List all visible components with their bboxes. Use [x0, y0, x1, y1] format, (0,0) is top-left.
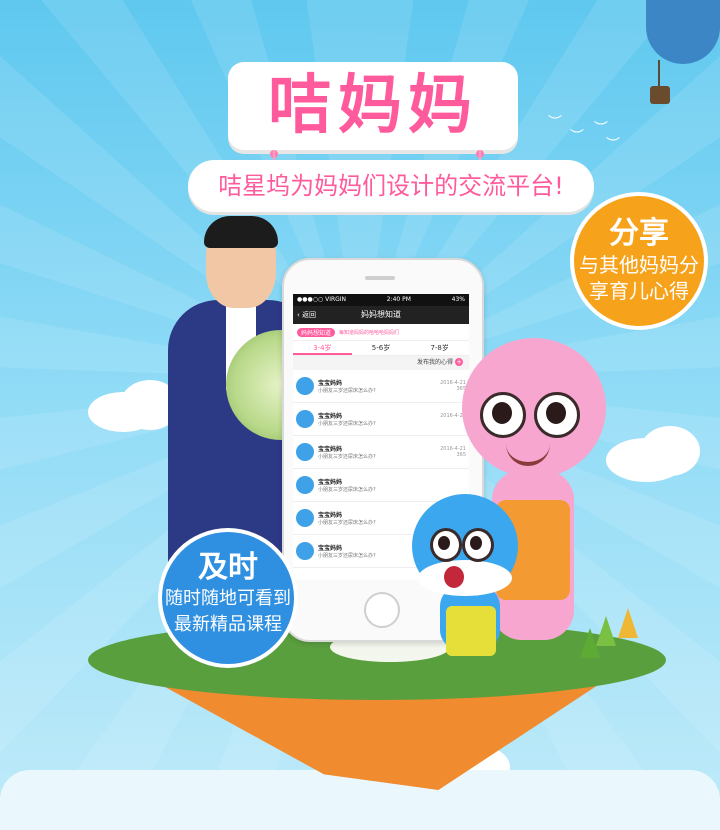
- age-tabs: 3-4岁 5-6岁 7-8岁: [293, 341, 469, 356]
- item-name: 宝宝妈妈: [318, 446, 343, 453]
- item-question: 小朋友三岁还尿床怎么办?: [318, 388, 376, 394]
- home-button[interactable]: [364, 592, 400, 628]
- list-item[interactable]: 宝宝妈妈 小朋友三岁还尿床怎么办? 2016-4-21 365: [293, 370, 469, 403]
- balloon-rope: [658, 60, 660, 88]
- pupil: [546, 402, 566, 424]
- topic-desc: 每知道妈妈的哈哈哈妈妈们: [339, 329, 400, 336]
- item-question: 小朋友三岁还尿床怎么办?: [318, 487, 376, 493]
- back-label: 返回: [302, 311, 317, 319]
- man-hair: [204, 216, 278, 248]
- timely-line2: 最新精品课程: [174, 614, 282, 635]
- topic-banner[interactable]: 妈妈想知道 每知道妈妈的哈哈哈妈妈们: [293, 324, 469, 341]
- subtitle: 咭星坞为妈妈们设计的交流平台!: [218, 172, 564, 200]
- share-line2: 享育儿心得: [589, 279, 689, 303]
- nav-title: 妈妈想知道: [361, 310, 401, 319]
- avatar: [296, 443, 314, 461]
- list-item[interactable]: 宝宝妈妈 小朋友三岁还尿床怎么办? 2016-4-21 7: [293, 403, 469, 436]
- item-name: 宝宝妈妈: [318, 413, 343, 420]
- timely-line1: 随时随地可看到: [165, 588, 291, 609]
- balloon-basket: [650, 86, 670, 104]
- back-button[interactable]: ‹ 返回: [297, 306, 316, 324]
- carrier-text: ●●●○○ VIRGIN: [297, 296, 347, 303]
- item-name: 宝宝妈妈: [318, 479, 343, 486]
- tab-3-4[interactable]: 3-4岁: [293, 341, 352, 355]
- avatar: [296, 410, 314, 428]
- post-button[interactable]: 发布我的心得 +: [293, 356, 469, 370]
- list-item[interactable]: 宝宝妈妈 小朋友三岁还尿床怎么办? 2016-4-21 365: [293, 436, 469, 469]
- battery-text: 43%: [451, 296, 465, 303]
- status-bar: ●●●○○ VIRGIN 2:40 PM 43%: [293, 294, 469, 306]
- pupil: [438, 536, 450, 550]
- item-name: 宝宝妈妈: [318, 380, 343, 387]
- tree: [618, 608, 638, 638]
- item-likes: 365: [456, 452, 466, 458]
- share-heading: 分享: [609, 216, 669, 251]
- pupil: [470, 536, 482, 550]
- plus-icon: +: [455, 358, 463, 366]
- blue-cat-mouth: [444, 566, 464, 588]
- share-badge: 分享 与其他妈妈分 享育儿心得: [574, 196, 704, 326]
- blue-cat-overalls: [446, 606, 496, 656]
- bird-icon: ︶: [606, 137, 620, 153]
- pupil: [492, 402, 512, 424]
- item-likes: 365: [456, 386, 466, 392]
- cloud: [640, 426, 700, 476]
- tree: [580, 628, 600, 658]
- avatar: [296, 509, 314, 527]
- blue-cat-mustache: [418, 560, 512, 596]
- bird-icon: ︶: [548, 115, 562, 131]
- avatar: [296, 476, 314, 494]
- bird-icon: ︶: [570, 129, 584, 145]
- item-question: 小朋友三岁还尿床怎么办?: [318, 454, 376, 460]
- item-question: 小朋友三岁还尿床怎么办?: [318, 421, 376, 427]
- topic-pill: 妈妈想知道: [297, 327, 336, 337]
- post-label: 发布我的心得: [416, 359, 453, 366]
- timely-heading: 及时: [198, 550, 258, 585]
- clock-text: 2:40 PM: [386, 296, 411, 303]
- tab-7-8[interactable]: 7-8岁: [410, 341, 469, 355]
- timely-badge: 及时 随时随地可看到 最新精品课程: [162, 532, 294, 664]
- phone-speaker: [365, 276, 395, 280]
- list-item[interactable]: 宝宝妈妈 小朋友三岁还尿床怎么办?: [293, 469, 469, 502]
- tab-5-6[interactable]: 5-6岁: [352, 341, 411, 355]
- page-title: 咭妈妈: [268, 69, 478, 143]
- nav-bar: ‹ 返回 妈妈想知道: [293, 306, 469, 324]
- avatar: [296, 542, 314, 560]
- avatar: [296, 377, 314, 395]
- share-line1: 与其他妈妈分: [579, 253, 699, 277]
